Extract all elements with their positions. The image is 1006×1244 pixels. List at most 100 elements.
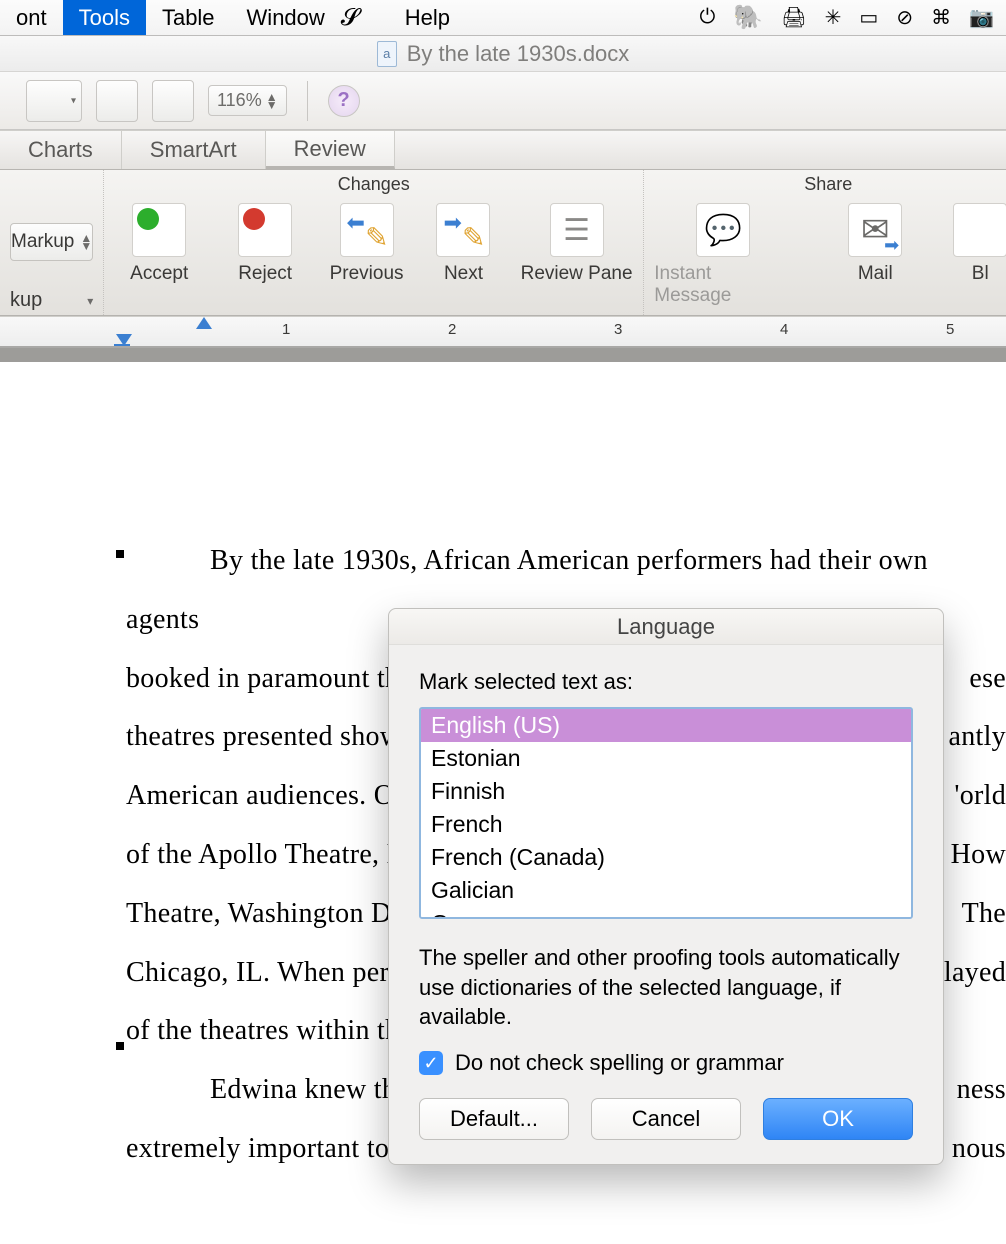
doc-line: layed — [944, 944, 1006, 1003]
reject-label: Reject — [238, 263, 292, 285]
status-icons: ⏻ 🐘 🖨 ✳ ▭ ⊘ ⌘ 📷 — [700, 3, 1006, 32]
horizontal-ruler[interactable]: 1 2 3 4 5 — [0, 316, 1006, 348]
language-listbox[interactable]: English (US) Estonian Finnish French Fre… — [419, 707, 913, 919]
tab-review[interactable]: Review — [266, 131, 395, 169]
language-option[interactable]: Galician — [421, 874, 911, 907]
blog-label: Bl — [972, 263, 989, 285]
camera-icon[interactable]: 📷 — [969, 5, 994, 30]
previous-button[interactable]: Previous — [326, 203, 407, 285]
accept-button[interactable]: Accept — [114, 203, 204, 285]
sidebar-button[interactable] — [96, 80, 138, 122]
changes-group: Changes Accept Reject Previous Next Revi… — [104, 170, 644, 315]
paragraph-bullet — [116, 550, 124, 558]
reject-button[interactable]: Reject — [220, 203, 310, 285]
tab-smartart[interactable]: SmartArt — [122, 131, 266, 169]
doc-line: of the theatres within the — [126, 1015, 412, 1046]
dialog-info-text: The speller and other proofing tools aut… — [419, 943, 913, 1032]
script-icon[interactable]: 𝓢 — [341, 4, 360, 31]
share-group: Share Instant Message Mail Bl — [644, 170, 1006, 315]
menu-window[interactable]: Window — [231, 0, 341, 35]
language-option[interactable]: Finnish — [421, 775, 911, 808]
review-pane-label: Review Pane — [521, 263, 633, 285]
accept-label: Accept — [130, 263, 188, 285]
tab-charts[interactable]: Charts — [0, 131, 122, 169]
evernote-icon[interactable]: 🐘 — [733, 3, 763, 32]
markup-selector[interactable]: Markup ▲▼ — [10, 223, 93, 261]
doc-line: antly — [949, 708, 1006, 767]
dialog-label: Mark selected text as: — [419, 669, 913, 695]
next-icon — [436, 203, 490, 257]
mail-button[interactable]: Mail — [806, 203, 944, 307]
doc-line: nous — [952, 1120, 1006, 1179]
window-titlebar: a By the late 1930s.docx — [0, 36, 1006, 72]
cancel-button[interactable]: Cancel — [591, 1098, 741, 1140]
toolbar-divider — [307, 81, 308, 121]
doc-line: theatres presented show — [126, 721, 400, 752]
language-option[interactable]: French (Canada) — [421, 841, 911, 874]
block-icon[interactable]: ⊘ — [896, 5, 913, 30]
doc-line: 'orld — [954, 767, 1006, 826]
checkbox-row[interactable]: ✓ Do not check spelling or grammar — [419, 1050, 913, 1076]
menu-table[interactable]: Table — [146, 0, 231, 35]
group-title-changes: Changes — [114, 174, 633, 195]
default-button[interactable]: Default... — [419, 1098, 569, 1140]
blog-button[interactable]: Bl — [958, 203, 1002, 307]
doc-line: Theatre, Washington DC — [126, 898, 411, 929]
tracking-group: Markup ▲▼ kup — [0, 170, 104, 315]
quick-toolbar: 116% ▲▼ ? — [0, 72, 1006, 130]
group-title-share: Share — [654, 174, 1002, 195]
next-label: Next — [444, 263, 483, 285]
doc-line: booked in paramount th — [126, 663, 399, 694]
language-option[interactable]: Estonian — [421, 742, 911, 775]
doc-line: of the Apollo Theatre, H — [126, 839, 407, 870]
menu-font[interactable]: ont — [0, 0, 63, 35]
menu-sep: 𝓢 — [341, 4, 365, 32]
instant-message-button[interactable]: Instant Message — [654, 203, 792, 307]
blog-icon — [953, 203, 1006, 257]
menu-tools[interactable]: Tools — [63, 0, 146, 35]
instant-message-label: Instant Message — [654, 263, 792, 307]
ribbon-body: Markup ▲▼ kup Changes Accept Reject Prev… — [0, 170, 1006, 316]
doc-line: The — [962, 885, 1006, 944]
file-icon: a — [377, 41, 397, 67]
doc-line: American audiences. O — [126, 780, 394, 811]
checkbox-icon[interactable]: ✓ — [419, 1051, 443, 1075]
brightness-icon[interactable]: ✳ — [825, 5, 842, 30]
dialog-title: Language — [389, 609, 943, 645]
display-icon[interactable]: ▭ — [859, 5, 878, 30]
checkbox-label: Do not check spelling or grammar — [455, 1050, 784, 1076]
printer-icon[interactable]: 🖨 — [781, 5, 806, 30]
zoom-selector[interactable]: 116% ▲▼ — [208, 85, 287, 116]
language-option[interactable]: French — [421, 808, 911, 841]
next-button[interactable]: Next — [423, 203, 504, 285]
stepper-icon: ▲▼ — [80, 234, 92, 250]
first-line-indent-marker[interactable] — [196, 317, 212, 329]
review-pane-icon — [550, 203, 604, 257]
language-option[interactable]: English (US) — [421, 709, 911, 742]
previous-label: Previous — [330, 263, 404, 285]
menu-help[interactable]: Help — [389, 0, 466, 35]
instant-message-icon — [696, 203, 750, 257]
mail-label: Mail — [858, 263, 893, 285]
layout-button[interactable] — [26, 80, 82, 122]
ribbon-tabs: Charts SmartArt Review — [0, 130, 1006, 170]
markup-label: Markup — [11, 231, 74, 253]
language-option[interactable]: German — [421, 907, 911, 919]
command-icon[interactable]: ⌘ — [931, 5, 951, 30]
markup-options[interactable]: kup — [10, 289, 93, 312]
media-button[interactable] — [152, 80, 194, 122]
review-pane-button[interactable]: Review Pane — [520, 203, 633, 285]
doc-line: Edwina knew tha — [210, 1074, 409, 1105]
ruler-label-1: 1 — [282, 321, 290, 338]
doc-line: ese — [969, 650, 1006, 709]
reject-icon — [238, 203, 292, 257]
ruler-label-2: 2 — [448, 321, 456, 338]
previous-icon — [340, 203, 394, 257]
ruler-label-5: 5 — [946, 321, 954, 338]
mac-menubar: ont Tools Table Window 𝓢 Help ⏻ 🐘 🖨 ✳ ▭ … — [0, 0, 1006, 36]
help-button[interactable]: ? — [328, 85, 360, 117]
accept-icon — [132, 203, 186, 257]
paragraph-bullet — [116, 1042, 124, 1050]
ok-button[interactable]: OK — [763, 1098, 913, 1140]
power-icon[interactable]: ⏻ — [700, 6, 716, 29]
